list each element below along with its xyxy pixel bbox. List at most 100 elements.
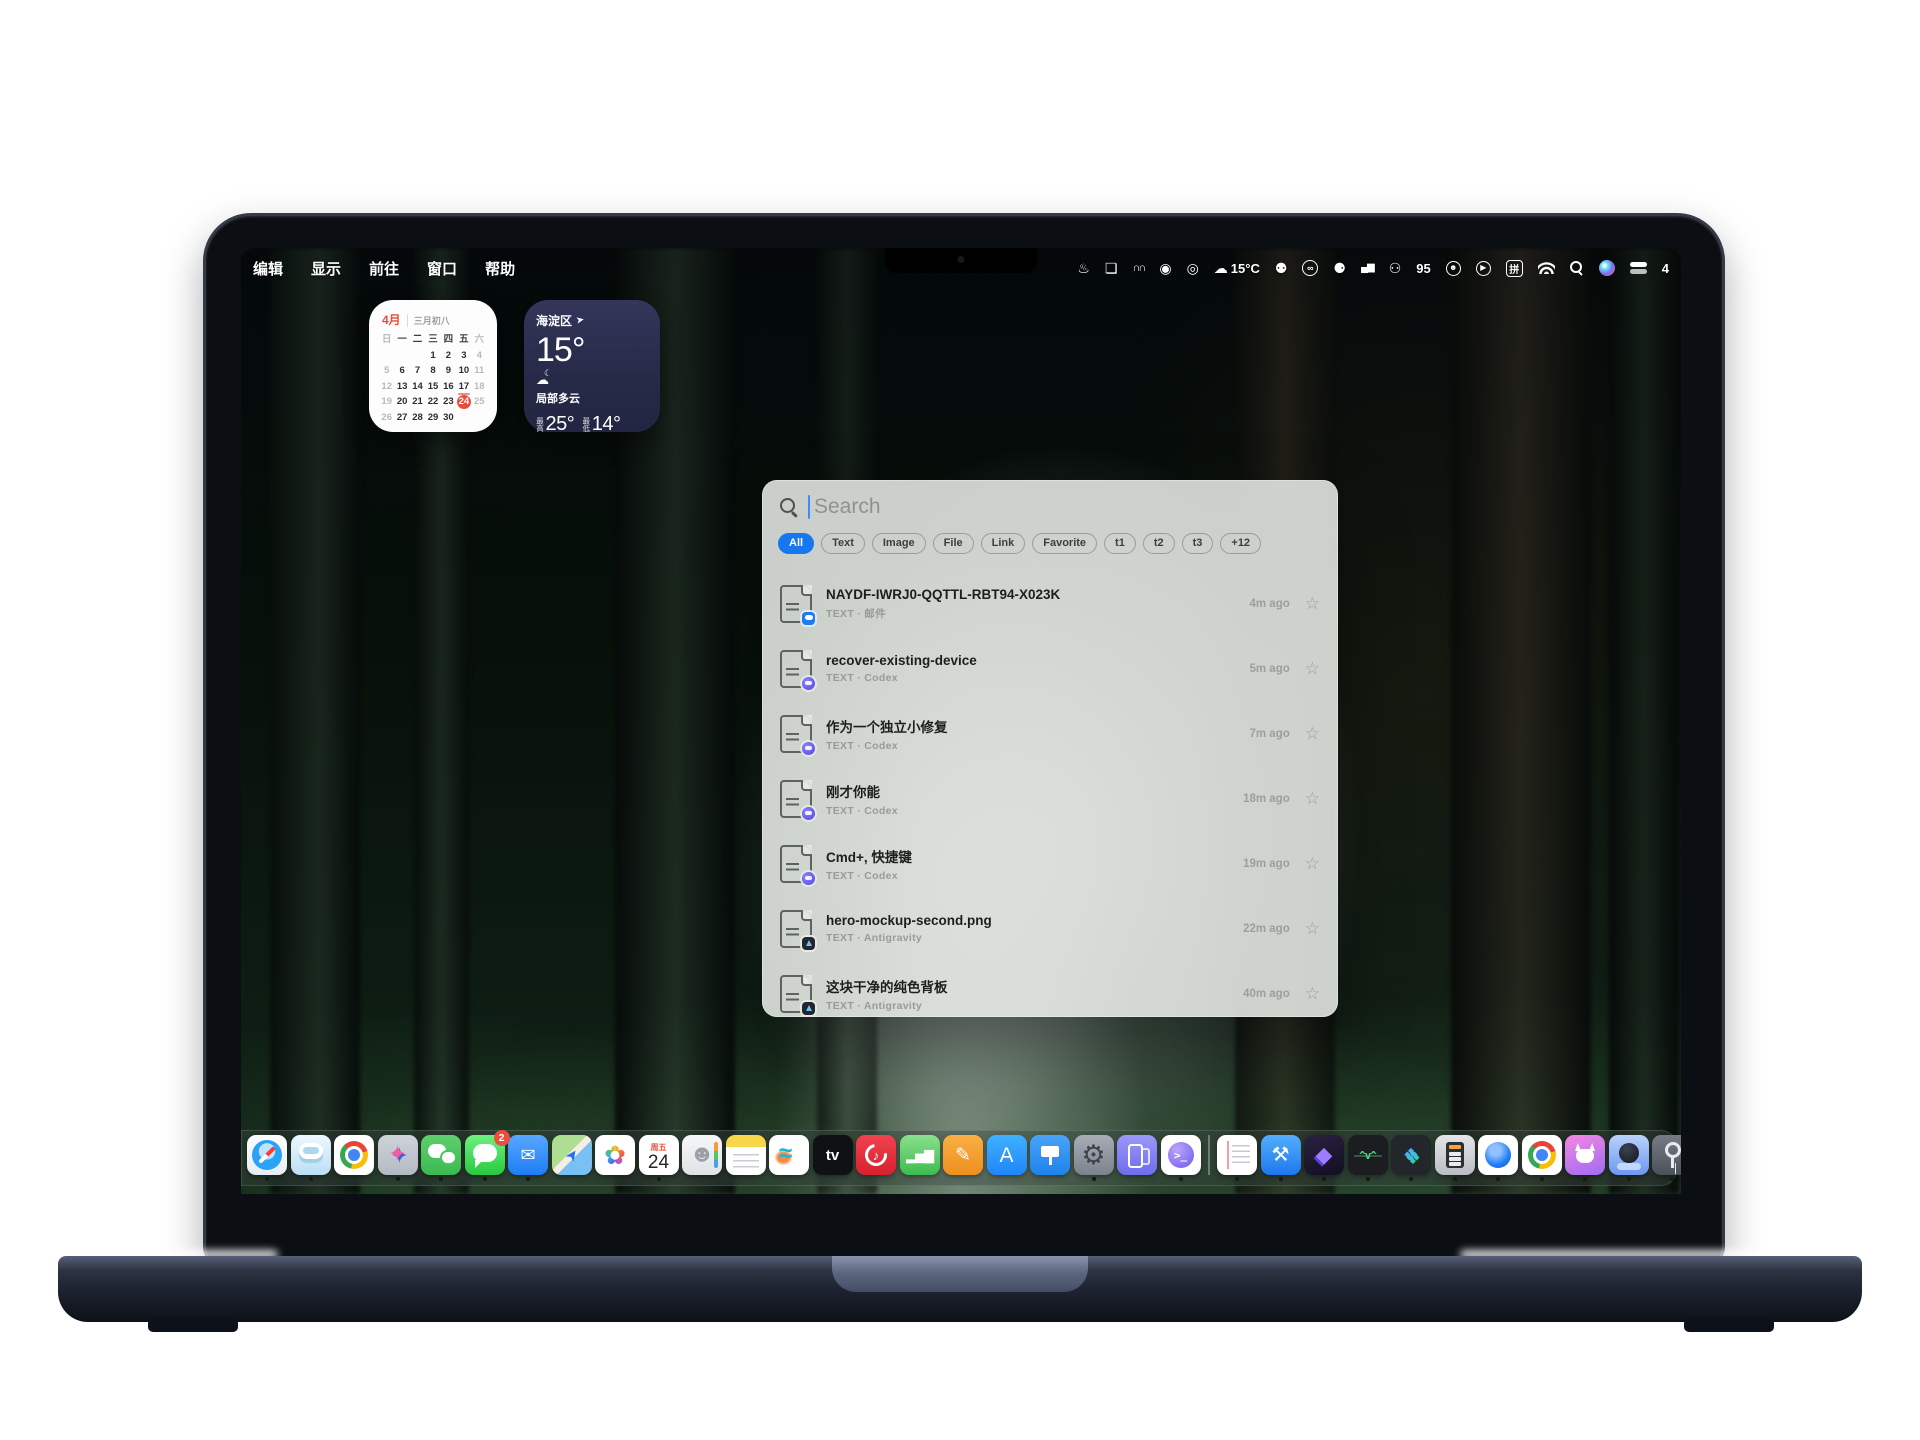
calendar-date-27[interactable]: 27 [394,412,409,424]
calendar-date-12[interactable]: 12 [379,381,394,393]
calendar-date-3[interactable]: 3 [456,350,471,362]
calendar-date-9[interactable]: 9 [441,365,456,377]
dock-item-netease-music[interactable]: ♪ [856,1135,896,1181]
filter-chip-t3[interactable]: t3 [1182,533,1214,554]
dock-item-maps[interactable] [552,1135,592,1181]
dock-item-textedit[interactable] [1217,1135,1257,1181]
search-input[interactable] [814,495,1320,519]
calendar-date-7[interactable]: 7 [410,365,425,377]
binoculars-icon[interactable]: ∩∩ [1132,263,1144,274]
search-icon[interactable] [1570,261,1584,275]
dock-item-xcode[interactable]: ⚒ [1261,1135,1301,1181]
filter-chip-+12[interactable]: +12 [1220,533,1261,554]
dock-item-chrome[interactable] [334,1135,374,1181]
user-circle-icon[interactable]: ☻ [1446,261,1461,276]
shutter-icon[interactable]: ◉ [1159,261,1171,275]
star-icon[interactable]: ☆ [1305,920,1320,937]
filter-chip-text[interactable]: Text [821,533,865,554]
dock-item-obsidian[interactable]: ◆ [1304,1135,1344,1181]
calendar-date-28[interactable]: 28 [410,412,425,424]
calendar-date-18[interactable]: 18 [472,381,487,393]
dock-item-passwords[interactable] [1652,1135,1681,1181]
star-icon[interactable]: ☆ [1305,855,1320,872]
calendar-date-24[interactable]: 24 [456,396,471,408]
battery-percent[interactable]: 95 [1416,261,1430,276]
filter-chip-link[interactable]: Link [981,533,1026,554]
dock-item-contacts[interactable] [682,1135,722,1181]
star-icon[interactable]: ☆ [1305,725,1320,742]
dock-item-settings[interactable]: ⚙ [1074,1135,1114,1181]
wifi-icon[interactable] [1538,262,1555,274]
search-result-row[interactable]: 作为一个独立小修复TEXT · Codex7m ago☆ [762,701,1338,766]
calendar-date-29[interactable]: 29 [425,412,440,424]
dock-item-pages[interactable]: ✎ [943,1135,983,1181]
calendar-date-20[interactable]: 20 [394,396,409,408]
dock-item-messages[interactable]: 2 [465,1135,505,1181]
search-result-row[interactable]: Cmd+, 快捷键TEXT · Codex19m ago☆ [762,831,1338,896]
calendar-date-19[interactable]: 19 [379,396,394,408]
siri-icon[interactable] [1599,260,1615,276]
menu-item-5[interactable]: 帮助 [485,258,515,279]
calendar-date-30[interactable]: 30 [441,412,456,424]
calendar-date-10[interactable]: 10 [456,365,471,377]
calendar-date-2[interactable]: 2 [441,350,456,362]
dock-item-safari[interactable] [247,1135,287,1181]
dock-item-calculator[interactable] [1435,1135,1475,1181]
menu-item-3[interactable]: 前往 [369,258,399,279]
calendar-date-26[interactable]: 26 [379,412,394,424]
weather-widget[interactable]: 海淀区 ➤ 15° ☁ ☾ 局部多云 最高 25° 最低 14° [524,300,660,432]
dock-item-assistant[interactable] [1609,1135,1649,1181]
search-result-row[interactable]: recover-existing-deviceTEXT · Codex5m ag… [762,636,1338,701]
adobe-cc-icon[interactable]: ∞ [1302,260,1318,276]
calendar-date-4[interactable]: 4 [472,350,487,362]
clock-partial[interactable]: 4 [1662,261,1669,276]
dock-item-freeform[interactable] [769,1135,809,1181]
dock-item-chrome-secondary[interactable] [1522,1135,1562,1181]
search-result-row[interactable]: hero-mockup-second.pngTEXT · Antigravity… [762,896,1338,961]
calendar-date-6[interactable]: 6 [394,365,409,377]
dock-item-app-store[interactable]: A [987,1135,1027,1181]
calendar-date-25[interactable]: 25 [472,396,487,408]
filter-chip-file[interactable]: File [933,533,974,554]
menu-item-4[interactable]: 窗口 [427,258,457,279]
dock-item-cat[interactable] [1565,1135,1605,1181]
dock-item-photos[interactable]: ✿ [595,1135,635,1181]
calendar-date-15[interactable]: 15 [425,381,440,393]
calendar-widget[interactable]: 4月 三月初八 日一二三四五六1234567891011121314151617… [369,300,497,432]
bed-icon[interactable]: ▄▆ [1361,263,1374,273]
dock-item-clipboard[interactable]: ❖ [1391,1135,1431,1181]
calendar-date-17[interactable]: 17 [456,381,471,393]
dock-item-notes[interactable] [726,1135,766,1181]
calendar-date-1[interactable]: 1 [425,350,440,362]
calendar-date-23[interactable]: 23 [441,396,456,408]
star-icon[interactable]: ☆ [1305,660,1320,677]
filter-chip-favorite[interactable]: Favorite [1032,533,1097,554]
star-icon[interactable]: ☆ [1305,790,1320,807]
menu-item-2[interactable]: 显示 [311,258,341,279]
dock-item-numbers[interactable]: ▂▅▇ [900,1135,940,1181]
control-center-icon[interactable] [1630,261,1647,275]
search-result-row[interactable]: 刚才你能TEXT · Codex18m ago☆ [762,766,1338,831]
calendar-date-21[interactable]: 21 [410,396,425,408]
dock-item-wechat[interactable] [421,1135,461,1181]
calendar-date-8[interactable]: 8 [425,365,440,377]
dock-item-ai-robot[interactable] [291,1135,331,1181]
dock-item-iphone-mirroring[interactable] [1117,1135,1157,1181]
play-circle-icon[interactable]: ▶ [1476,261,1491,276]
menu-item-1[interactable]: 编辑 [253,258,283,279]
window-manager-icon[interactable]: ❏ [1105,261,1118,275]
dock-item-apple-tv[interactable]: tv [813,1135,853,1181]
pinyin-input-icon[interactable]: 拼 [1506,260,1523,277]
star-icon[interactable]: ☆ [1305,985,1320,1002]
search-result-row[interactable]: NAYDF-IWRJ0-QQTTL-RBT94-X023KTEXT · 邮件4m… [762,571,1338,636]
dock-item-blue-browser[interactable] [1478,1135,1518,1181]
dock-item-activity[interactable]: ^v^ [1348,1135,1388,1181]
filter-chip-all[interactable]: All [778,533,814,554]
swirl-icon[interactable]: ◎ [1187,261,1199,275]
star-icon[interactable]: ☆ [1305,595,1320,612]
dock-item-calendar[interactable]: 周五24 [639,1135,679,1181]
calendar-date-14[interactable]: 14 [410,381,425,393]
filter-chip-t2[interactable]: t2 [1143,533,1175,554]
dock-item-ai-terminal[interactable]: >_ [1161,1135,1201,1181]
filter-chip-image[interactable]: Image [872,533,926,554]
